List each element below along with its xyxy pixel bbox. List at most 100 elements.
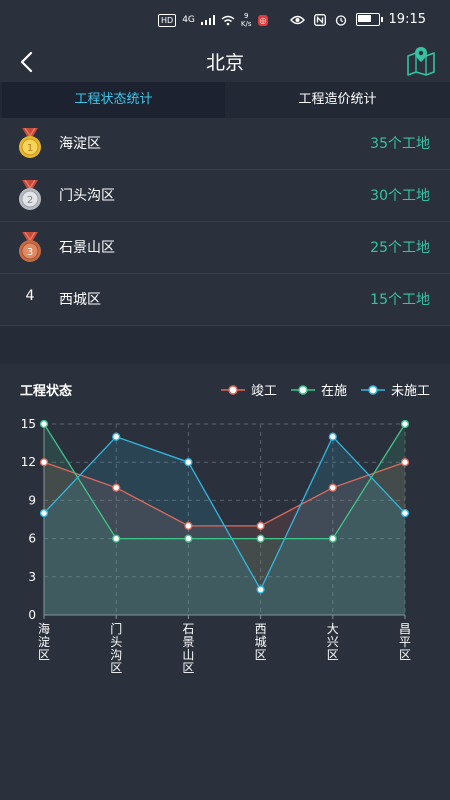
x-tick-label-char: 区 bbox=[255, 648, 267, 662]
data-point bbox=[256, 585, 265, 594]
legend-label: 在施 bbox=[320, 384, 347, 399]
x-tick-label: 西城区 bbox=[255, 622, 267, 662]
y-tick-label: 12 bbox=[21, 455, 36, 469]
legend-item-not-started[interactable]: 未施工 bbox=[360, 380, 430, 399]
x-tick-label-char: 兴 bbox=[327, 635, 339, 649]
y-tick-label: 15 bbox=[21, 417, 36, 431]
site-count: 25个工地 bbox=[370, 240, 430, 256]
ranking-item[interactable]: 2 门头沟区 30个工地 bbox=[0, 170, 450, 222]
gold-medal-icon: 1 bbox=[19, 128, 41, 158]
data-point bbox=[328, 534, 337, 543]
data-point bbox=[184, 521, 193, 530]
site-count: 30个工地 bbox=[370, 188, 430, 204]
data-point bbox=[400, 419, 410, 429]
y-tick-label: 0 bbox=[28, 608, 36, 622]
hd-badge: HD bbox=[158, 13, 177, 27]
data-point bbox=[112, 534, 121, 543]
x-tick-label: 石景山区 bbox=[182, 622, 194, 675]
status-left-group: HD 4G 9 K/s ◎ bbox=[158, 12, 269, 28]
x-tick-label-char: 城 bbox=[255, 635, 267, 649]
x-tick-label: 门头沟区 bbox=[110, 621, 122, 675]
tab-construction-status[interactable]: 工程状态统计 bbox=[2, 82, 225, 118]
data-point bbox=[39, 458, 49, 467]
data-point bbox=[328, 483, 337, 492]
eye-icon bbox=[289, 15, 305, 24]
status-right-group: 19:15 bbox=[289, 12, 426, 27]
x-tick-label-char: 沟 bbox=[110, 648, 122, 662]
signal-icon bbox=[200, 15, 215, 25]
data-point bbox=[256, 534, 265, 543]
x-tick-label-char: 西 bbox=[255, 622, 267, 636]
net-speed-value: 9 bbox=[243, 12, 249, 20]
y-tick-label: 3 bbox=[28, 570, 36, 584]
legend-item-in-progress[interactable]: 在施 bbox=[290, 380, 347, 399]
legend-marker-completed bbox=[220, 384, 245, 395]
district-name: 门头沟区 bbox=[59, 188, 115, 204]
medal-rank-number: 2 bbox=[27, 195, 33, 206]
page-title: 北京 bbox=[205, 52, 244, 74]
data-point bbox=[39, 419, 49, 429]
x-tick-label-char: 淀 bbox=[38, 635, 50, 649]
ranking-item[interactable]: 3 石景山区 25个工地 bbox=[0, 222, 450, 274]
silver-medal-icon: 2 bbox=[19, 180, 41, 210]
legend-label: 未施工 bbox=[390, 384, 430, 399]
site-count: 15个工地 bbox=[370, 292, 430, 308]
x-tick-label-char: 大 bbox=[327, 622, 339, 636]
x-tick-label-char: 区 bbox=[182, 661, 194, 675]
legend-marker-not-started bbox=[360, 384, 385, 395]
x-tick-label-char: 海 bbox=[38, 621, 50, 636]
wifi-icon bbox=[221, 15, 235, 25]
ranking-item[interactable]: 4 西城区 15个工地 bbox=[0, 274, 450, 326]
site-count: 35个工地 bbox=[370, 136, 430, 152]
district-name: 石景山区 bbox=[59, 240, 115, 256]
status-bar: HD 4G 9 K/s ◎ 19:15 bbox=[0, 0, 450, 42]
x-tick-label-char: 景 bbox=[182, 635, 194, 649]
x-tick-label-char: 石 bbox=[182, 622, 194, 636]
data-point bbox=[112, 432, 121, 441]
x-tick-label-char: 区 bbox=[38, 648, 50, 662]
net-speed: 9 K/s bbox=[241, 12, 252, 28]
data-point bbox=[400, 509, 410, 518]
y-tick-label: 6 bbox=[28, 532, 36, 546]
x-tick-label: 海淀区 bbox=[38, 621, 50, 662]
x-tick-label-char: 门 bbox=[110, 621, 122, 636]
app-notification-icon: ◎ bbox=[257, 14, 269, 26]
data-point bbox=[256, 521, 265, 530]
medal-rank-number: 1 bbox=[27, 143, 33, 154]
tab-bar: 工程状态统计 工程造价统计 bbox=[0, 82, 450, 118]
map-location-icon[interactable] bbox=[406, 46, 436, 76]
data-point bbox=[328, 432, 337, 441]
y-tick-label: 9 bbox=[28, 493, 36, 507]
x-tick-label: 昌平区 bbox=[399, 622, 411, 662]
data-point bbox=[112, 483, 121, 492]
x-tick-label-char: 区 bbox=[110, 661, 122, 675]
legend-label: 竣工 bbox=[250, 384, 277, 399]
x-tick-label-char: 头 bbox=[110, 635, 122, 649]
x-tick-label-char: 区 bbox=[399, 648, 411, 662]
district-name: 西城区 bbox=[59, 292, 101, 308]
legend-item-completed[interactable]: 竣工 bbox=[220, 380, 277, 399]
battery-level bbox=[357, 15, 372, 22]
legend-marker-in-progress bbox=[290, 384, 315, 395]
x-tick-label-char: 昌 bbox=[399, 622, 411, 636]
chart-legend: 竣工 在施 未施工 bbox=[220, 380, 430, 399]
battery-icon bbox=[355, 13, 383, 26]
x-tick-label-char: 区 bbox=[327, 648, 339, 662]
ranking-list: 1 海淀区 35个工地 2 门头沟区 30个工地 3 石景山区 25个工地 4 … bbox=[0, 118, 450, 326]
x-tick-label-char: 山 bbox=[182, 648, 194, 662]
alarm-icon bbox=[335, 14, 346, 26]
nfc-icon bbox=[313, 13, 326, 26]
data-point bbox=[400, 458, 410, 467]
chart-panel: 工程状态 竣工 在施 未施工 0 3 6 9 12 15 海淀区 门头沟区 石景山区 西城区 大兴区… bbox=[0, 364, 450, 800]
rank-number: 4 bbox=[25, 288, 35, 304]
data-point bbox=[39, 509, 49, 518]
data-point bbox=[184, 534, 193, 543]
data-point bbox=[184, 458, 193, 467]
x-tick-label-char: 平 bbox=[399, 635, 411, 649]
nav-bar: 北京 bbox=[0, 42, 450, 82]
medal-rank-number: 3 bbox=[27, 247, 33, 258]
tab-construction-cost[interactable]: 工程造价统计 bbox=[225, 82, 450, 118]
ranking-item[interactable]: 1 海淀区 35个工地 bbox=[0, 118, 450, 170]
clock: 19:15 bbox=[388, 12, 426, 27]
network-type: 4G bbox=[182, 15, 195, 25]
